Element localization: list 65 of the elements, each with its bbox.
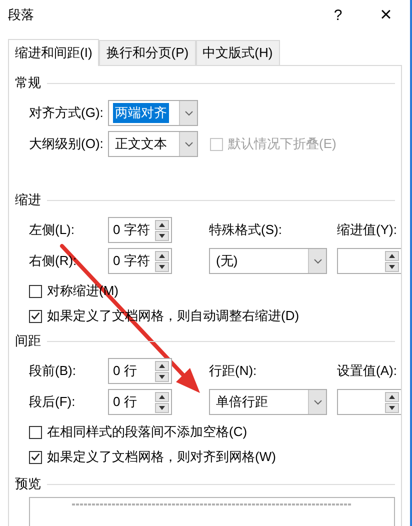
section-title: 缩进 xyxy=(15,191,41,209)
spin-field[interactable]: 0 行 xyxy=(108,389,172,415)
spin-down-button[interactable] xyxy=(155,402,169,412)
spin-down-button[interactable] xyxy=(155,262,169,272)
section-title: 常规 xyxy=(15,74,41,92)
spin-field[interactable] xyxy=(337,389,401,415)
dropdown[interactable]: 正文文本 xyxy=(108,131,198,157)
field-label: 段前(B): xyxy=(29,362,77,380)
spin-up-button[interactable] xyxy=(155,392,169,402)
field-label: 设置值(A): xyxy=(337,362,398,380)
field-label: 大纲级别(O): xyxy=(29,135,104,153)
checkbox[interactable] xyxy=(29,284,42,298)
checkbox-label: 如果定义了文档网格，则对齐到网格(W) xyxy=(47,448,276,466)
spin-field[interactable]: 0 字符 xyxy=(108,248,172,274)
help-button[interactable]: ? xyxy=(314,6,362,24)
field-label: 右侧(R): xyxy=(29,252,78,270)
spin-down-button[interactable] xyxy=(385,402,399,412)
spin-field[interactable]: 0 行 xyxy=(108,358,172,384)
close-button[interactable]: × xyxy=(362,4,410,26)
down-triangle-icon xyxy=(389,264,395,268)
up-triangle-icon xyxy=(159,222,165,226)
field-label: 左侧(L): xyxy=(29,221,76,239)
spin-down-button[interactable] xyxy=(155,372,169,382)
dropdown[interactable]: (无) xyxy=(209,248,327,274)
up-triangle-icon xyxy=(159,364,165,368)
spin-up-button[interactable] xyxy=(155,220,169,230)
checkbox-label: 在相同样式的段落间不添加空格(C) xyxy=(47,423,248,441)
field-label: 特殊格式(S): xyxy=(209,221,283,239)
spin-down-button[interactable] xyxy=(385,262,399,272)
down-triangle-icon xyxy=(159,234,165,238)
up-triangle-icon xyxy=(159,254,165,258)
tab[interactable]: 缩进和间距(I) xyxy=(8,39,100,66)
checkbox[interactable] xyxy=(29,426,42,438)
down-triangle-icon xyxy=(159,406,165,410)
chevron-down-icon xyxy=(184,110,192,116)
spin-up-button[interactable] xyxy=(155,360,169,370)
field-label: 对齐方式(G): xyxy=(29,104,104,122)
chevron-down-icon xyxy=(314,258,322,264)
down-triangle-icon xyxy=(159,374,165,378)
field-label: 缩进值(Y): xyxy=(337,221,398,239)
field-label: 行距(N): xyxy=(209,362,258,380)
tab[interactable]: 换行和分页(P) xyxy=(99,40,196,65)
chevron-down-icon xyxy=(184,142,192,146)
checkbox[interactable] xyxy=(29,310,42,322)
up-triangle-icon xyxy=(389,254,395,258)
spin-field[interactable]: 0 字符 xyxy=(108,217,172,243)
section-title: 间距 xyxy=(15,332,41,350)
tab[interactable]: 中文版式(H) xyxy=(196,40,280,65)
spin-up-button[interactable] xyxy=(385,250,399,260)
dropdown[interactable]: 单倍行距 xyxy=(209,389,327,415)
checkbox[interactable] xyxy=(29,450,42,464)
window-title: 段落 xyxy=(8,6,35,24)
spin-down-button[interactable] xyxy=(155,230,169,240)
spin-field[interactable] xyxy=(337,248,401,274)
checkbox-label: 默认情况下折叠(E) xyxy=(228,135,336,153)
up-triangle-icon xyxy=(159,394,165,398)
up-triangle-icon xyxy=(389,394,395,398)
spin-up-button[interactable] xyxy=(385,392,399,402)
dropdown[interactable]: 两端对齐 xyxy=(108,100,198,126)
section-title: 预览 xyxy=(15,475,41,493)
down-triangle-icon xyxy=(159,264,165,268)
chevron-down-icon xyxy=(314,400,322,404)
spin-up-button[interactable] xyxy=(155,250,169,260)
down-triangle-icon xyxy=(389,406,395,410)
field-label: 段后(F): xyxy=(29,393,76,411)
